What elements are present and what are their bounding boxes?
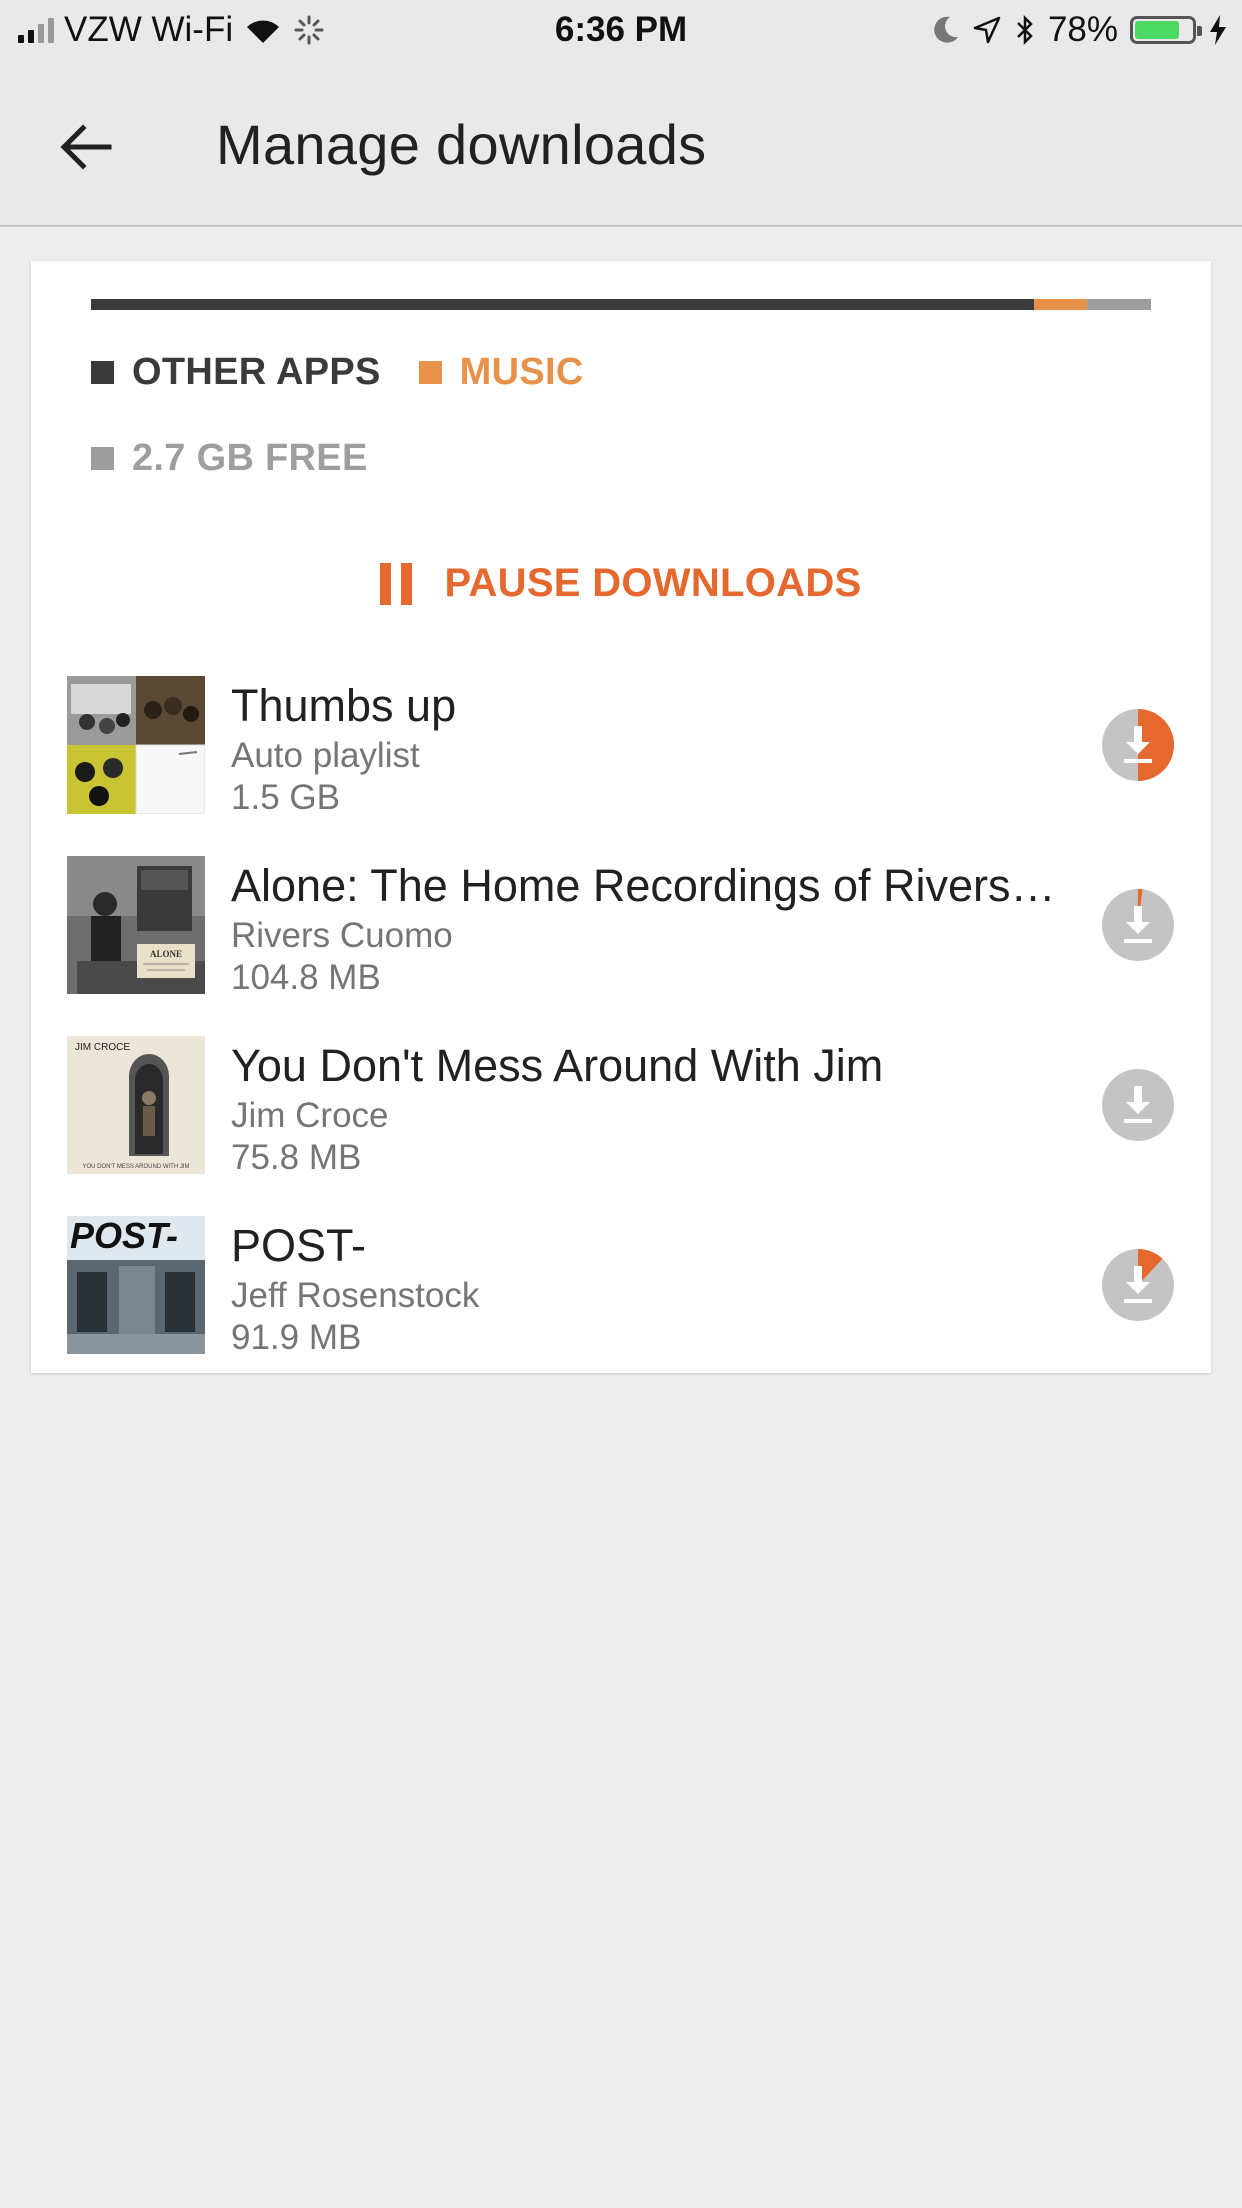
download-progress-icon[interactable] xyxy=(1101,1248,1175,1322)
download-progress-icon[interactable] xyxy=(1101,888,1175,962)
battery-icon xyxy=(1130,16,1202,44)
download-subtitle: Jeff Rosenstock xyxy=(231,1276,480,1315)
storage-segment-other-apps xyxy=(91,299,1035,310)
download-size: 75.8 MB xyxy=(231,1138,362,1177)
legend-label-music: MUSIC xyxy=(459,351,584,393)
legend-swatch-other-apps xyxy=(91,361,114,384)
legend-music: MUSIC xyxy=(418,351,584,394)
page-title: Manage downloads xyxy=(216,113,707,176)
legend-swatch-free xyxy=(91,447,114,470)
charging-bolt-icon xyxy=(1210,15,1226,45)
legend-label-free: 2.7 GB FREE xyxy=(132,437,368,479)
moon-icon xyxy=(934,16,958,43)
album-art-post: POST- xyxy=(67,1216,205,1354)
download-subtitle: Rivers Cuomo xyxy=(231,916,453,955)
download-title: You Don't Mess Around With Jim xyxy=(231,1040,884,1091)
download-item[interactable]: POST- POST- Jeff Rosenstock 91.9 MB xyxy=(31,1216,1211,1396)
storage-usage-bar xyxy=(91,299,1151,310)
download-subtitle: Auto playlist xyxy=(231,736,420,775)
download-size: 104.8 MB xyxy=(231,958,381,997)
location-arrow-icon xyxy=(973,16,1001,44)
back-button[interactable] xyxy=(50,112,120,182)
download-title: POST- xyxy=(231,1220,367,1271)
pause-downloads-label: PAUSE DOWNLOADS xyxy=(444,561,862,605)
download-item[interactable]: ALONE Alone: The Home Recordings of Rive… xyxy=(31,856,1211,1036)
downloads-card: OTHER APPS MUSIC 2.7 GB FREE PAUSE DOWNL… xyxy=(31,261,1211,1373)
download-size: 1.5 GB xyxy=(231,778,340,817)
legend-label-other-apps: OTHER APPS xyxy=(132,351,381,393)
pause-downloads-button[interactable]: PAUSE DOWNLOADS xyxy=(31,561,1211,606)
legend-swatch-music xyxy=(418,361,442,384)
album-art-jim-croce-caption: YOU DON'T MESS AROUND WITH JIM xyxy=(82,1164,189,1170)
app-bar: Manage downloads xyxy=(0,62,1242,227)
status-bar: VZW Wi-Fi 6:36 PM 78% xyxy=(0,0,1242,62)
album-art-alone: ALONE xyxy=(67,856,205,994)
arrow-back-icon xyxy=(60,124,112,170)
album-art-collage xyxy=(67,676,205,814)
download-size: 91.9 MB xyxy=(231,1318,362,1357)
album-art-jim-croce: JIM CROCE YOU DON'T MESS AROUND WITH JIM xyxy=(67,1036,205,1174)
download-title: Thumbs up xyxy=(231,680,457,731)
download-item[interactable]: Thumbs up Auto playlist 1.5 GB xyxy=(31,676,1211,856)
battery-percent: 78% xyxy=(1047,10,1118,49)
pause-icon xyxy=(380,562,413,605)
download-progress-icon[interactable] xyxy=(1101,708,1175,782)
storage-legend: OTHER APPS MUSIC xyxy=(91,351,622,394)
album-art-alone-label: ALONE xyxy=(150,949,182,959)
bluetooth-icon xyxy=(1017,14,1033,46)
status-right: 78% xyxy=(932,10,1228,50)
download-subtitle: Jim Croce xyxy=(231,1096,389,1135)
album-art-post-label: POST- xyxy=(70,1216,178,1256)
download-progress-icon[interactable] xyxy=(1101,1068,1175,1142)
storage-segment-music xyxy=(1034,299,1088,310)
download-title: Alone: The Home Recordings of Rivers… xyxy=(231,860,1056,911)
storage-free-legend: 2.7 GB FREE xyxy=(91,437,406,480)
legend-free: 2.7 GB FREE xyxy=(91,437,368,480)
album-art-jim-croce-label: JIM CROCE xyxy=(75,1042,130,1053)
download-item[interactable]: JIM CROCE YOU DON'T MESS AROUND WITH JIM… xyxy=(31,1036,1211,1216)
downloads-list: Thumbs up Auto playlist 1.5 GB ALONE Alo… xyxy=(31,676,1211,1396)
legend-other-apps: OTHER APPS xyxy=(91,351,381,394)
